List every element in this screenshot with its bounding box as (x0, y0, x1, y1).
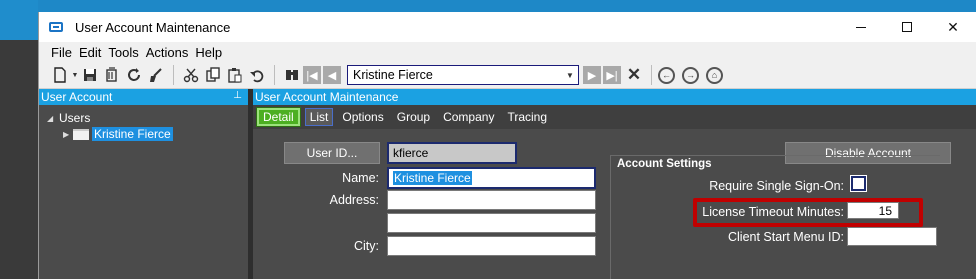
license-timeout-value: 15 (878, 203, 892, 218)
tab-company[interactable]: Company (439, 108, 498, 126)
tree-node-users[interactable]: ◢ Users (39, 110, 248, 126)
user-id-field: kfierce (387, 142, 517, 164)
address-field-1[interactable] (387, 190, 596, 210)
background-window-edge (0, 40, 38, 279)
name-field[interactable]: Kristine Fierce (387, 167, 596, 189)
cut-icon[interactable] (180, 64, 202, 86)
menu-bar: File Edit Tools Actions Help (39, 42, 976, 62)
chevron-down-icon[interactable]: ▼ (564, 68, 576, 82)
next-record-button[interactable]: ▶ (583, 66, 601, 84)
refresh-icon[interactable] (123, 64, 145, 86)
copy-icon[interactable] (202, 64, 224, 86)
tree-pane: User Account ⊥ ◢ Users ▶ Kristine Fierce (39, 89, 248, 279)
toolbar-separator (651, 65, 652, 85)
window-controls: ✕ (838, 12, 976, 42)
require-sso-label: Require Single Sign-On: (709, 179, 844, 193)
toolbar-separator (274, 65, 275, 85)
close-icon: ✕ (947, 18, 959, 35)
record-combo-value: Kristine Fierce (353, 68, 433, 82)
first-icon: |◀ (306, 69, 318, 82)
close-button[interactable]: ✕ (930, 12, 976, 42)
tab-detail[interactable]: Detail (256, 107, 301, 127)
menu-actions[interactable]: Actions (146, 45, 189, 60)
last-icon: ▶| (606, 69, 618, 82)
client-start-menu-field[interactable] (847, 227, 937, 246)
tree-pane-header: User Account ⊥ (39, 89, 248, 105)
prev-record-button[interactable]: ◀ (323, 66, 341, 84)
maximize-icon (902, 22, 912, 32)
delete-icon[interactable] (101, 64, 123, 86)
collapse-icon[interactable]: ◢ (47, 114, 57, 123)
user-tree: ◢ Users ▶ Kristine Fierce (39, 105, 248, 142)
toolbar-separator (173, 65, 174, 85)
app-window: User Account Maintenance ✕ File Edit Too… (38, 12, 976, 279)
home-icon[interactable]: ⌂ (706, 66, 723, 84)
back-icon[interactable]: ← (658, 66, 675, 84)
expand-icon[interactable]: ▶ (63, 130, 73, 139)
next-icon: ▶ (587, 69, 597, 82)
license-timeout-field[interactable]: 15 (847, 202, 899, 219)
new-dropdown-icon[interactable]: ▼ (71, 64, 79, 86)
minimize-button[interactable] (838, 12, 884, 42)
detail-pane: User Account Maintenance Detail List Opt… (253, 89, 976, 279)
undo-icon[interactable] (246, 64, 268, 86)
tree-pane-title: User Account (41, 90, 113, 104)
address-field-2[interactable] (387, 213, 596, 233)
detail-pane-title: User Account Maintenance (255, 90, 399, 104)
forward-icon[interactable]: → (682, 66, 699, 84)
detail-pane-header: User Account Maintenance (253, 89, 976, 105)
account-settings-group: Account Settings Require Single Sign-On:… (610, 155, 940, 279)
name-label: Name: (342, 171, 379, 185)
last-record-button[interactable]: ▶| (603, 66, 621, 84)
detail-form: User ID... kfierce Disable Account Name:… (253, 129, 976, 279)
user-id-button[interactable]: User ID... (284, 142, 380, 164)
tree-node-label: Kristine Fierce (92, 127, 173, 141)
city-label: City: (354, 239, 379, 253)
close-record-icon[interactable]: ✕ (623, 64, 645, 86)
city-field[interactable] (387, 236, 596, 256)
paste-icon[interactable] (224, 64, 246, 86)
record-combo[interactable]: Kristine Fierce ▼ (347, 65, 579, 85)
clear-icon[interactable] (145, 64, 167, 86)
account-settings-title: Account Settings (617, 158, 712, 170)
tab-list[interactable]: List (304, 108, 334, 126)
menu-edit[interactable]: Edit (79, 45, 101, 60)
user-id-value: kfierce (393, 146, 429, 160)
tab-tracing[interactable]: Tracing (503, 108, 551, 126)
toolbar: ▼ |◀ ◀ Kristine Fierce ▼ ▶ ▶| ✕ ← → ⌂ (39, 62, 976, 89)
save-icon[interactable] (79, 64, 101, 86)
menu-help[interactable]: Help (195, 45, 222, 60)
menu-tools[interactable]: Tools (108, 45, 138, 60)
tab-strip: Detail List Options Group Company Tracin… (253, 105, 976, 129)
license-timeout-label: License Timeout Minutes: (702, 205, 844, 219)
tab-options[interactable]: Options (338, 108, 387, 126)
search-icon[interactable] (281, 64, 303, 86)
folder-icon (73, 128, 89, 140)
window-title: User Account Maintenance (75, 19, 231, 35)
client-start-menu-label: Client Start Menu ID: (727, 230, 844, 244)
maximize-button[interactable] (884, 12, 930, 42)
prev-icon: ◀ (327, 69, 337, 82)
title-bar: User Account Maintenance ✕ (39, 12, 976, 42)
menu-file[interactable]: File (51, 45, 72, 60)
first-record-button[interactable]: |◀ (303, 66, 321, 84)
tree-node-label: Users (59, 111, 91, 125)
pin-icon[interactable]: ⊥ (233, 90, 242, 101)
address-label: Address: (329, 193, 379, 207)
new-icon[interactable] (49, 64, 71, 86)
tree-node-user[interactable]: ▶ Kristine Fierce (39, 126, 248, 142)
name-value: Kristine Fierce (393, 171, 472, 185)
minimize-icon (856, 26, 866, 28)
app-icon (49, 22, 63, 32)
tab-group[interactable]: Group (393, 108, 434, 126)
require-sso-checkbox[interactable] (850, 175, 867, 192)
content-area: User Account ⊥ ◢ Users ▶ Kristine Fierce… (39, 89, 976, 279)
